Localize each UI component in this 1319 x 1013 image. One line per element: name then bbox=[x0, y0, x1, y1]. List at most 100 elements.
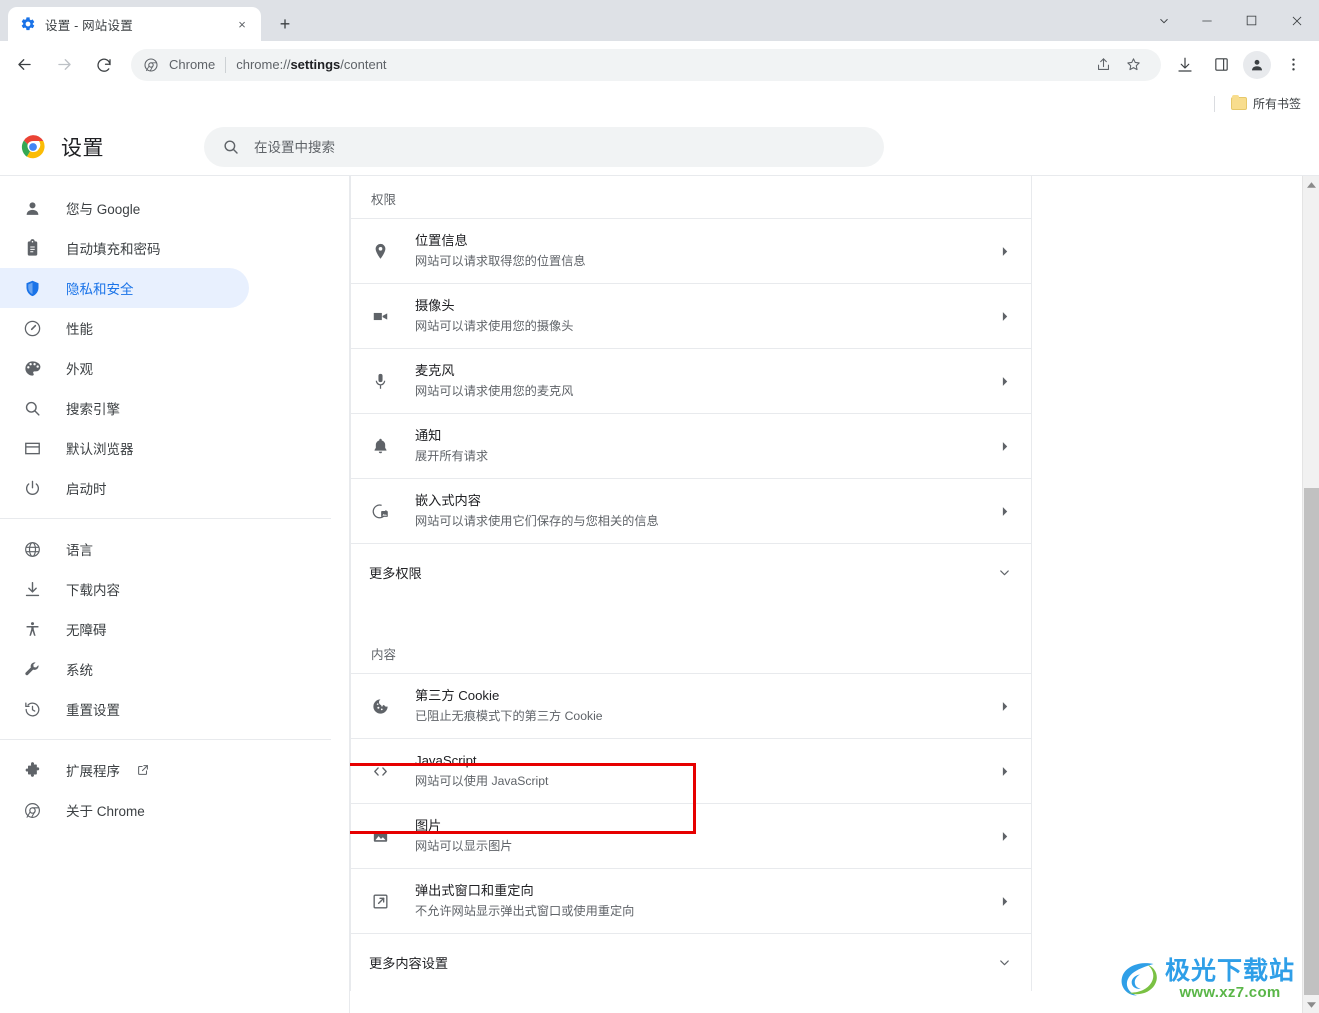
row-subtitle: 网站可以请求使用它们保存的与您相关的信息 bbox=[415, 513, 659, 528]
row-title: 摄像头 bbox=[415, 297, 455, 313]
three-dot-menu-icon[interactable] bbox=[1277, 49, 1309, 81]
clipboard-icon bbox=[22, 238, 42, 258]
settings-page-body: 您与 Google 自动填充和密码 隐私和安全 性能 外观 搜索引擎 默认浏览器… bbox=[0, 175, 1319, 1013]
bookmark-bar: 所有书签 bbox=[0, 88, 1319, 119]
all-bookmarks-button[interactable]: 所有书签 bbox=[1225, 92, 1307, 115]
sidebar-item-accessibility[interactable]: 无障碍 bbox=[0, 609, 249, 649]
setting-row-popups-redirects[interactable]: 弹出式窗口和重定向 不允许网站显示弹出式窗口或使用重定向 bbox=[351, 868, 1031, 933]
back-arrow-icon[interactable] bbox=[7, 48, 41, 82]
row-text: 位置信息 网站可以请求取得您的位置信息 bbox=[415, 231, 995, 271]
download-icon bbox=[22, 579, 42, 599]
browser-tab[interactable]: 设置 - 网站设置 × bbox=[8, 7, 261, 41]
chrome-logo bbox=[20, 134, 46, 160]
setting-row-third-party-cookies[interactable]: 第三方 Cookie 已阻止无痕模式下的第三方 Cookie bbox=[351, 673, 1031, 738]
reload-icon[interactable] bbox=[87, 48, 121, 82]
chevron-right-icon[interactable] bbox=[995, 245, 1013, 258]
sidebar-item-label: 外观 bbox=[66, 362, 93, 377]
row-text: 嵌入式内容 网站可以请求使用它们保存的与您相关的信息 bbox=[415, 491, 995, 531]
minimize-button[interactable] bbox=[1184, 0, 1229, 41]
sidebar-item-reset-settings[interactable]: 重置设置 bbox=[0, 689, 249, 729]
sidebar-item-performance[interactable]: 性能 bbox=[0, 308, 249, 348]
sidebar-item-autofill-passwords[interactable]: 自动填充和密码 bbox=[0, 228, 249, 268]
setting-row-location[interactable]: 位置信息 网站可以请求取得您的位置信息 bbox=[351, 218, 1031, 283]
chevron-down-icon[interactable] bbox=[995, 955, 1013, 970]
maximize-button[interactable] bbox=[1229, 0, 1274, 41]
sidebar-item-about-chrome[interactable]: 关于 Chrome bbox=[0, 790, 249, 830]
chevron-right-icon[interactable] bbox=[995, 505, 1013, 518]
code-brackets-icon bbox=[369, 760, 391, 782]
more-content-settings-label: 更多内容设置 bbox=[369, 956, 449, 971]
chevron-right-icon[interactable] bbox=[995, 375, 1013, 388]
tab-search-chevron-icon[interactable] bbox=[1144, 0, 1184, 41]
scroll-up-arrow-icon[interactable] bbox=[1303, 176, 1319, 193]
chevron-right-icon[interactable] bbox=[995, 830, 1013, 843]
sidebar-item-you-and-google[interactable]: 您与 Google bbox=[0, 188, 249, 228]
setting-row-camera[interactable]: 摄像头 网站可以请求使用您的摄像头 bbox=[351, 283, 1031, 348]
row-title: 通知 bbox=[415, 427, 442, 443]
forward-arrow-icon bbox=[47, 48, 81, 82]
row-title: 第三方 Cookie bbox=[415, 687, 500, 703]
chevron-right-icon[interactable] bbox=[995, 310, 1013, 323]
settings-search-box[interactable] bbox=[204, 127, 884, 167]
sidebar-item-label: 关于 Chrome bbox=[66, 804, 145, 819]
bell-icon bbox=[369, 435, 391, 457]
sidebar-item-label: 重置设置 bbox=[66, 703, 120, 718]
more-content-settings-expander[interactable]: 更多内容设置 bbox=[351, 933, 1031, 991]
chevron-right-icon[interactable] bbox=[995, 765, 1013, 778]
sidebar-item-privacy-security[interactable]: 隐私和安全 bbox=[0, 268, 249, 308]
address-bar[interactable]: Chrome chrome://settings/content bbox=[131, 48, 1161, 81]
setting-row-images[interactable]: 图片 网站可以显示图片 bbox=[351, 803, 1031, 868]
sidebar-item-label: 扩展程序 bbox=[66, 764, 120, 779]
setting-row-microphone[interactable]: 麦克风 网站可以请求使用您的麦克风 bbox=[351, 348, 1031, 413]
site-settings-card: 权限 位置信息 网站可以请求取得您的位置信息 摄像头 网站可以请求使用您的摄像头… bbox=[350, 176, 1032, 991]
row-subtitle: 展开所有请求 bbox=[415, 448, 489, 463]
tab-title: 设置 - 网站设置 bbox=[45, 18, 133, 33]
row-title: 位置信息 bbox=[415, 232, 468, 248]
profile-avatar-icon[interactable] bbox=[1243, 50, 1271, 79]
sidebar-divider bbox=[0, 739, 331, 740]
page-scrollbar[interactable] bbox=[1302, 176, 1319, 1013]
side-panel-icon[interactable] bbox=[1205, 49, 1237, 81]
sidebar-item-label: 搜索引擎 bbox=[66, 402, 120, 417]
sidebar-item-languages[interactable]: 语言 bbox=[0, 529, 249, 569]
sidebar-item-label: 默认浏览器 bbox=[66, 442, 134, 457]
download-icon[interactable] bbox=[1169, 49, 1201, 81]
row-text: 图片 网站可以显示图片 bbox=[415, 816, 995, 856]
omnibox-actions bbox=[1089, 51, 1147, 79]
close-window-button[interactable] bbox=[1274, 0, 1319, 41]
close-icon[interactable]: × bbox=[233, 15, 251, 33]
sidebar-item-on-startup[interactable]: 启动时 bbox=[0, 468, 249, 508]
chevron-right-icon[interactable] bbox=[995, 895, 1013, 908]
sidebar-item-label: 隐私和安全 bbox=[66, 282, 134, 297]
scroll-down-arrow-icon[interactable] bbox=[1303, 996, 1319, 1013]
setting-row-notifications[interactable]: 通知 展开所有请求 bbox=[351, 413, 1031, 478]
more-permissions-expander[interactable]: 更多权限 bbox=[351, 543, 1031, 601]
sidebar-item-system[interactable]: 系统 bbox=[0, 649, 249, 689]
row-subtitle: 已阻止无痕模式下的第三方 Cookie bbox=[415, 708, 603, 723]
search-icon bbox=[222, 138, 240, 156]
row-subtitle: 网站可以请求取得您的位置信息 bbox=[415, 253, 586, 268]
sidebar-item-downloads[interactable]: 下载内容 bbox=[0, 569, 249, 609]
image-icon bbox=[369, 825, 391, 847]
setting-row-embedded-content[interactable]: 嵌入式内容 网站可以请求使用它们保存的与您相关的信息 bbox=[351, 478, 1031, 543]
sidebar-item-default-browser[interactable]: 默认浏览器 bbox=[0, 428, 249, 468]
external-link-icon bbox=[136, 763, 150, 777]
speedometer-icon bbox=[22, 318, 42, 338]
setting-row-javascript[interactable]: JavaScript 网站可以使用 JavaScript bbox=[351, 738, 1031, 803]
sidebar-item-search-engine[interactable]: 搜索引擎 bbox=[0, 388, 249, 428]
star-icon[interactable] bbox=[1119, 51, 1147, 79]
chevron-right-icon[interactable] bbox=[995, 440, 1013, 453]
microphone-icon bbox=[369, 370, 391, 392]
new-tab-button[interactable]: + bbox=[271, 10, 299, 38]
settings-gear-icon bbox=[20, 16, 36, 32]
chevron-down-icon[interactable] bbox=[995, 565, 1013, 580]
chevron-right-icon[interactable] bbox=[995, 700, 1013, 713]
scrollbar-thumb[interactable] bbox=[1304, 488, 1319, 995]
share-icon[interactable] bbox=[1089, 51, 1117, 79]
search-input[interactable] bbox=[254, 139, 866, 155]
sidebar-item-extensions[interactable]: 扩展程序 bbox=[0, 750, 249, 790]
row-text: 第三方 Cookie 已阻止无痕模式下的第三方 Cookie bbox=[415, 686, 995, 726]
sidebar-item-appearance[interactable]: 外观 bbox=[0, 348, 249, 388]
browser-toolbar: Chrome chrome://settings/content bbox=[0, 41, 1319, 88]
magnifier-icon bbox=[22, 398, 42, 418]
